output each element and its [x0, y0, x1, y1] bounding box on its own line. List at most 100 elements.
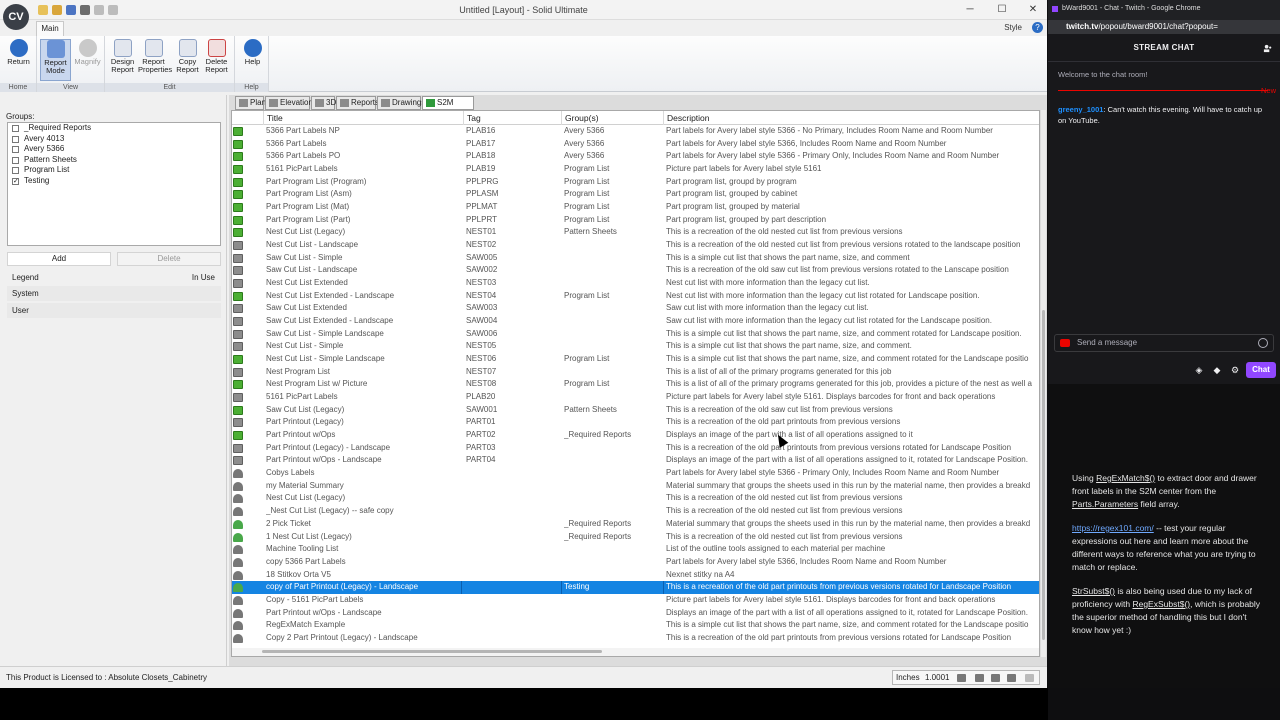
style-menu[interactable]: Style [1004, 23, 1022, 32]
group-checkbox[interactable] [12, 125, 19, 132]
column-header-groups[interactable]: Group(s) [562, 111, 664, 125]
table-row[interactable]: 5366 Part Labels PO PLAB18 Avery 5366 Part … [232, 150, 1039, 163]
maximize-button[interactable]: ☐ [992, 3, 1012, 17]
design-report-button[interactable]: Design Report [107, 39, 138, 81]
table-row[interactable]: 5161 PicPart Labels PLAB20 Picture part la… [232, 391, 1039, 404]
doc-tab-elevation[interactable]: Elevation [265, 96, 313, 110]
group-item[interactable]: _Required Reports [8, 123, 220, 134]
group-item[interactable]: Avery 4013 [8, 134, 220, 145]
regex101-link[interactable]: https://regex101.com/ [1072, 523, 1154, 533]
units-label[interactable]: Inches [896, 671, 920, 684]
table-row[interactable]: Copy 2 Part Printout (Legacy) - Landscap… [232, 632, 1039, 645]
table-row[interactable]: Machine Tooling List List of the outline … [232, 543, 1039, 556]
snap-icon[interactable] [957, 674, 966, 682]
ortho-icon[interactable] [991, 674, 1000, 682]
group-item[interactable]: ✓ Testing [8, 176, 220, 187]
column-header-tag[interactable]: Tag [464, 111, 562, 125]
units-control[interactable]: Inches 1.0001 [892, 670, 1040, 685]
table-row[interactable]: 5161 PicPart Labels PLAB19 Program List Pic… [232, 163, 1039, 176]
table-row[interactable]: Nest Cut List - Landscape NEST02 This is a… [232, 239, 1039, 252]
table-row[interactable]: Nest Program List w/ Picture NEST08 Progra… [232, 378, 1039, 391]
chat-username[interactable]: greeny_1001 [1058, 105, 1103, 114]
doc-tab-drawings[interactable]: Drawings [377, 96, 425, 110]
chat-send-button[interactable]: Chat [1246, 362, 1276, 378]
help-icon[interactable]: ? [1032, 22, 1043, 33]
table-row[interactable]: Cobys Labels Part labels for Avery label … [232, 467, 1039, 480]
close-button[interactable]: ✕ [1023, 3, 1043, 17]
app-logo[interactable]: CV [3, 4, 29, 30]
scroll-thumb[interactable] [262, 650, 602, 653]
table-row[interactable]: 5366 Part Labels NP PLAB16 Avery 5366 Part … [232, 125, 1039, 138]
doc-tab-3d[interactable]: 3D [311, 96, 336, 110]
group-item[interactable]: Pattern Sheets [8, 155, 220, 166]
table-row[interactable]: Nest Program List NEST07 This is a list of… [232, 366, 1039, 379]
doc-tab-reports[interactable]: Reports [336, 96, 379, 110]
table-row[interactable]: Part Printout w/Ops - Landscape Displays … [232, 607, 1039, 620]
group-checkbox[interactable] [12, 167, 19, 175]
grid-snap-icon[interactable] [975, 674, 984, 682]
table-row[interactable]: Saw Cut List (Legacy) SAW001 Pattern Sheet… [232, 404, 1039, 417]
table-row[interactable]: Saw Cut List - Simple Landscape SAW006 Thi… [232, 328, 1039, 341]
table-row[interactable]: Part Printout w/Ops PART02 _Required Repor… [232, 429, 1039, 442]
table-row[interactable]: Part Printout w/Ops - Landscape PART04 Dis… [232, 454, 1039, 467]
layout-icon[interactable] [1025, 674, 1034, 682]
group-checkbox[interactable]: ✓ [12, 177, 19, 185]
table-row[interactable]: RegExMatch Example This is a simple cut l… [232, 619, 1039, 632]
table-row[interactable]: Nest Cut List Extended NEST03 Nest cut lis… [232, 277, 1039, 290]
table-row[interactable]: Copy - 5161 PicPart Labels Picture part l… [232, 594, 1039, 607]
table-row[interactable]: Part Printout (Legacy) PART01 This is a re… [232, 416, 1039, 429]
help-button[interactable]: Help [237, 39, 268, 81]
table-row[interactable]: Saw Cut List - Landscape SAW002 This is a … [232, 264, 1039, 277]
table-row[interactable]: Nest Cut List - Simple Landscape NEST06 Pr… [232, 353, 1039, 366]
table-row[interactable]: Saw Cut List Extended - Landscape SAW004 S… [232, 315, 1039, 328]
address-bar[interactable]: twitch.tv/popout/bward9001/chat?popout= [1048, 20, 1280, 34]
gear-icon[interactable]: ⚙ [1230, 365, 1240, 375]
table-row[interactable]: Part Program List (Part) PPLPRT Program Li… [232, 214, 1039, 227]
bits-icon[interactable]: ◆ [1212, 365, 1222, 375]
doc-tab-plan[interactable]: Plan [235, 96, 266, 110]
table-row[interactable]: 2 Pick Ticket _Required Reports Material s… [232, 518, 1039, 531]
table-row[interactable]: Nest Cut List Extended - Landscape NEST04… [232, 290, 1039, 303]
add-group-button[interactable]: Add [7, 252, 111, 266]
send-message-input[interactable]: Send a message [1054, 334, 1274, 352]
column-header-title[interactable]: Title [264, 111, 464, 125]
table-row[interactable]: copy 5366 Part Labels Part labels for Ave… [232, 556, 1039, 569]
table-row[interactable]: 18 Stitkov Orta V5 Nexnet stitky na A4 [232, 569, 1039, 582]
delete-group-button[interactable]: Delete [117, 252, 221, 266]
table-row[interactable]: Saw Cut List Extended SAW003 Saw cut list … [232, 302, 1039, 315]
emote-picker-icon[interactable] [1258, 338, 1268, 348]
return-button[interactable]: Return [3, 39, 34, 81]
tab-main[interactable]: Main [36, 21, 64, 36]
url-path[interactable]: /popout/bward9001/chat?popout= [1098, 22, 1217, 31]
scroll-thumb[interactable] [1042, 310, 1045, 640]
group-item[interactable]: Avery 5366 [8, 144, 220, 155]
magnify-button[interactable]: Magnify [72, 39, 103, 81]
scale-value[interactable]: 1.0001 [925, 671, 949, 684]
table-row[interactable]: Nest Cut List (Legacy) NEST01 Pattern Shee… [232, 226, 1039, 239]
users-icon[interactable] [1263, 44, 1272, 53]
table-row[interactable]: copy of Part Printout (Legacy) - Landsca… [232, 581, 1039, 594]
table-row[interactable]: Part Program List (Mat) PPLMAT Program Lis… [232, 201, 1039, 214]
report-properties-button[interactable]: Report Properties [138, 39, 172, 81]
table-row[interactable]: Saw Cut List - Simple SAW005 This is a sim… [232, 252, 1039, 265]
horizontal-scrollbar[interactable] [232, 648, 1039, 656]
copy-report-button[interactable]: Copy Report [172, 39, 203, 81]
vertical-scrollbar[interactable] [1041, 110, 1046, 657]
delete-report-button[interactable]: Delete Report [201, 39, 232, 81]
table-row[interactable]: Part Program List (Asm) PPLASM Program Lis… [232, 188, 1039, 201]
group-checkbox[interactable] [12, 146, 19, 154]
table-row[interactable]: _Nest Cut List (Legacy) -- safe copy This… [232, 505, 1039, 518]
table-row[interactable]: Nest Cut List (Legacy) This is a recreati… [232, 492, 1039, 505]
print-preview-icon[interactable] [1007, 674, 1016, 682]
table-row[interactable]: my Material Summary Material summary that… [232, 480, 1039, 493]
table-row[interactable]: 5366 Part Labels PLAB17 Avery 5366 Part lab… [232, 138, 1039, 151]
table-row[interactable]: Nest Cut List - Simple NEST05 This is a si… [232, 340, 1039, 353]
column-header-description[interactable]: Description [664, 111, 1039, 125]
table-row[interactable]: Part Program List (Program) PPLPRG Program… [232, 176, 1039, 189]
group-checkbox[interactable] [12, 156, 19, 164]
doc-tab-s2m-center[interactable]: S2M Center [422, 96, 474, 119]
report-mode-button[interactable]: Report Mode [40, 39, 71, 81]
minimize-button[interactable]: ─ [960, 3, 980, 17]
shield-icon[interactable]: ◈ [1194, 365, 1204, 375]
table-row[interactable]: Part Printout (Legacy) - Landscape PART03… [232, 442, 1039, 455]
